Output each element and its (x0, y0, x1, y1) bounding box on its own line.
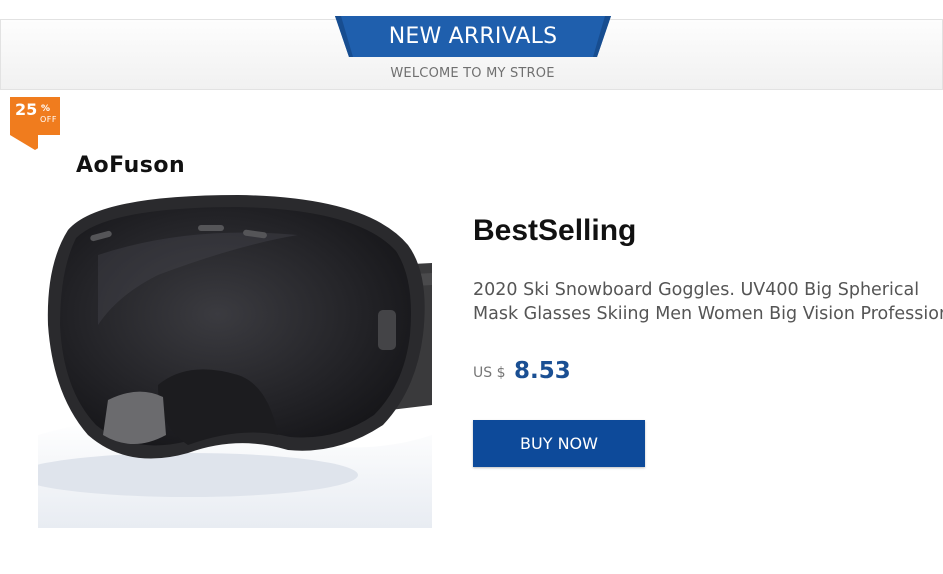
brand-name: AoFuson (76, 153, 186, 178)
discount-percent: 25 (15, 100, 38, 119)
new-arrivals-ribbon: NEW ARRIVALS (335, 16, 611, 57)
product-description[interactable]: 2020 Ski Snowboard Goggles. UV400 Big Sp… (473, 278, 943, 330)
banner-subtitle: WELCOME TO MY STROE (390, 66, 555, 81)
price-value: 8.53 (514, 358, 571, 384)
ski-goggles-image (38, 135, 432, 528)
description-line: Mask Glasses Skiing Men Women Big Vision… (473, 304, 943, 324)
product-image[interactable]: AoFuson (38, 135, 432, 528)
buy-now-button[interactable]: BUY NOW (473, 420, 645, 467)
price-currency: US $ (473, 365, 506, 381)
product-title: BestSelling (473, 214, 637, 247)
store-header-banner: NEW ARRIVALS WELCOME TO MY STROE (0, 16, 943, 90)
discount-percent-symbol: % (41, 104, 51, 114)
description-line: 2020 Ski Snowboard Goggles. UV400 Big Sp… (473, 280, 920, 300)
banner-title: NEW ARRIVALS (388, 24, 558, 49)
discount-off-label: OFF (40, 115, 57, 124)
